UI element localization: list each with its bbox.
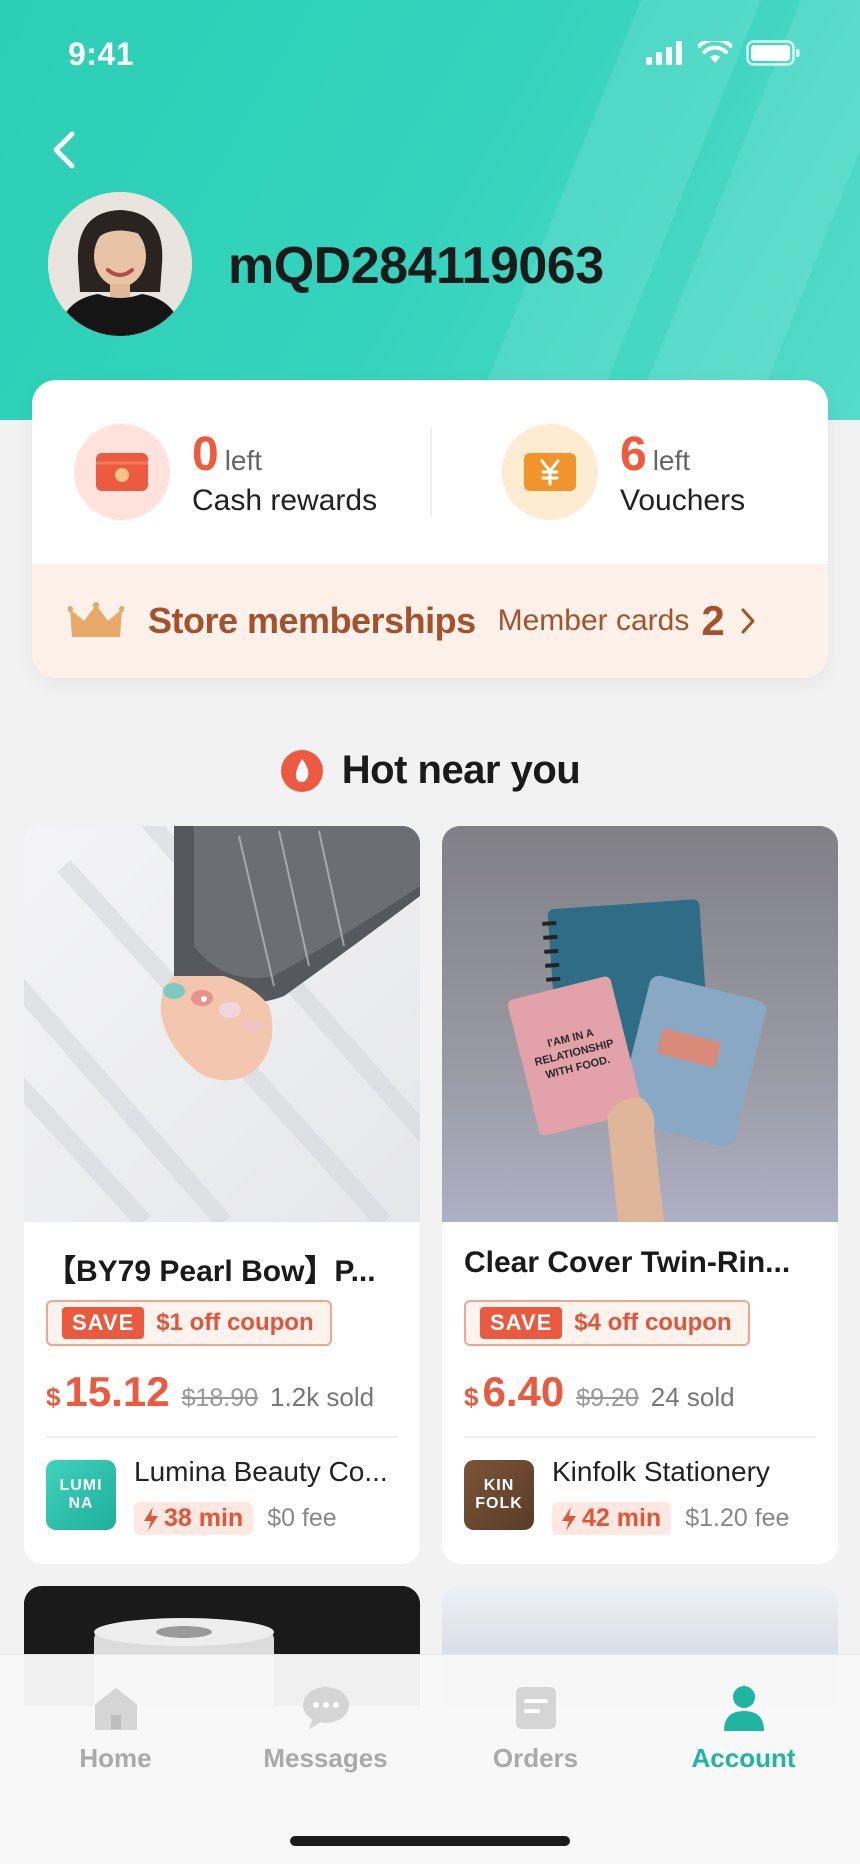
- product-name: 【BY79 Pearl Bow】P...: [46, 1255, 376, 1288]
- person-icon: [723, 1686, 764, 1731]
- tab-bar: Home Messages Orders Account: [0, 1654, 860, 1864]
- back-button[interactable]: [44, 126, 84, 174]
- wifi-icon: [698, 41, 732, 63]
- delivery-info: 38 min $0 fee: [134, 1502, 337, 1535]
- cash-rewards-badge: [74, 424, 170, 520]
- tab-account[interactable]: Account: [636, 1685, 851, 1774]
- card-divider: [464, 1436, 816, 1438]
- delivery-time: 38 min: [164, 1504, 244, 1532]
- tab-messages-label: Messages: [263, 1743, 388, 1773]
- cash-rewards-count: 0: [192, 427, 219, 481]
- chat-bubble-icon: [302, 1687, 349, 1729]
- price-currency: $: [464, 1382, 479, 1412]
- tab-home-label: Home: [79, 1743, 152, 1773]
- chevron-left-icon: [53, 131, 75, 169]
- vouchers[interactable]: 6 left Vouchers: [502, 424, 745, 520]
- original-price: $9.20: [576, 1384, 639, 1412]
- product-image: I'AM IN A RELATIONSHIP WITH FOOD.: [442, 826, 838, 1222]
- product-card[interactable]: 【BY79 Pearl Bow】P... SAVE $1 off coupon …: [24, 826, 420, 1564]
- store-logo: LUMI NA: [46, 1460, 116, 1530]
- store-memberships-row[interactable]: Store memberships Member cards 2: [32, 564, 828, 678]
- card-divider: [46, 1436, 398, 1438]
- vouchers-badge: [502, 424, 598, 520]
- crown-icon: [68, 602, 124, 637]
- avatar[interactable]: [48, 192, 192, 336]
- delivery-time: 42 min: [582, 1504, 662, 1532]
- home-icon: [94, 1688, 137, 1730]
- tab-messages[interactable]: Messages: [218, 1685, 433, 1774]
- price-currency: $: [46, 1382, 61, 1412]
- member-cards-label: Member cards: [497, 604, 690, 637]
- tab-home[interactable]: Home: [8, 1685, 223, 1774]
- sold-count: 24 sold: [650, 1382, 735, 1412]
- store-logo: KIN FOLK: [464, 1460, 534, 1530]
- coupon-text: $1 off coupon: [156, 1309, 314, 1336]
- delivery-time-badge: 38 min: [134, 1502, 254, 1535]
- flame-icon: [280, 749, 323, 792]
- battery-icon: [746, 40, 800, 66]
- coupon-text: $4 off coupon: [574, 1309, 732, 1336]
- price-row: $ 15.12 $18.90 1.2k sold: [46, 1368, 374, 1416]
- price-row: $ 6.40 $9.20 24 sold: [464, 1368, 735, 1416]
- status-time: 9:41: [68, 36, 135, 72]
- delivery-time-badge: 42 min: [552, 1502, 672, 1535]
- vouchers-count: 6: [620, 427, 647, 481]
- coupon-save-tag: SAVE: [62, 1307, 145, 1339]
- price: 6.40: [482, 1368, 565, 1415]
- section-title: Hot near you: [341, 748, 581, 792]
- yen-voucher-icon: [524, 453, 576, 491]
- product-image: [24, 826, 420, 1222]
- notebook-photo: I'AM IN A RELATIONSHIP WITH FOOD.: [442, 826, 838, 1222]
- tab-orders-label: Orders: [492, 1743, 579, 1773]
- signal-icon: [646, 41, 682, 65]
- tab-account-label: Account: [691, 1743, 796, 1773]
- lightning-icon: [562, 1506, 576, 1531]
- tab-orders[interactable]: Orders: [428, 1685, 643, 1774]
- lightning-icon: [144, 1506, 158, 1531]
- vouchers-left-label: left: [652, 444, 691, 476]
- chevron-right-icon: [741, 608, 755, 634]
- username: mQD284119063: [228, 237, 604, 295]
- vouchers-label: Vouchers: [620, 483, 746, 517]
- cash-envelope-icon: [96, 453, 148, 491]
- delivery-fee: $0 fee: [267, 1504, 337, 1532]
- coupon-badge[interactable]: SAVE $4 off coupon: [464, 1300, 750, 1346]
- rewards-divider: [430, 428, 432, 516]
- price: 15.12: [64, 1368, 170, 1415]
- cash-rewards-left-label: left: [224, 444, 263, 476]
- sold-count: 1.2k sold: [270, 1382, 375, 1412]
- home-indicator: [290, 1836, 570, 1846]
- cash-rewards[interactable]: 0 left Cash rewards: [74, 424, 377, 520]
- nail-art-photo: [24, 826, 420, 1222]
- product-card[interactable]: I'AM IN A RELATIONSHIP WITH FOOD. Clear …: [442, 826, 838, 1564]
- delivery-info: 42 min $1.20 fee: [552, 1502, 789, 1535]
- status-icons: [646, 40, 800, 66]
- original-price: $18.90: [181, 1384, 259, 1412]
- coupon-save-tag: SAVE: [480, 1307, 563, 1339]
- store-memberships-title: Store memberships: [148, 600, 476, 641]
- hot-near-you-heading: Hot near you: [0, 748, 860, 793]
- store-name[interactable]: Kinfolk Stationery: [552, 1456, 822, 1488]
- cash-rewards-label: Cash rewards: [192, 483, 378, 517]
- member-cards-count: 2: [701, 597, 725, 644]
- product-name: Clear Cover Twin-Rin...: [464, 1246, 791, 1279]
- rewards-card: 0 left Cash rewards 6 left Vouchers Store …: [32, 380, 828, 678]
- coupon-badge[interactable]: SAVE $1 off coupon: [46, 1300, 332, 1346]
- delivery-fee: $1.20 fee: [685, 1504, 790, 1532]
- orders-icon: [515, 1687, 556, 1729]
- avatar-image: [48, 192, 192, 336]
- store-name[interactable]: Lumina Beauty Co...: [134, 1456, 404, 1488]
